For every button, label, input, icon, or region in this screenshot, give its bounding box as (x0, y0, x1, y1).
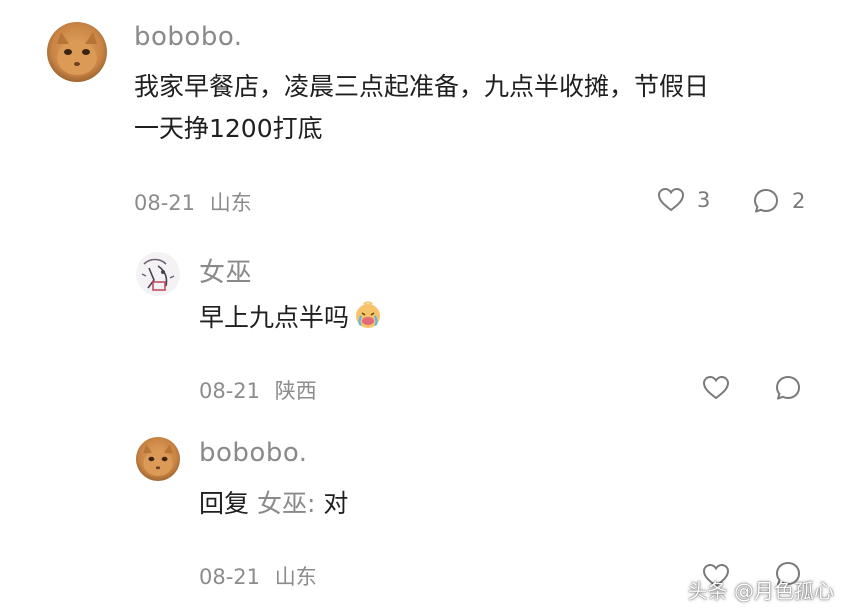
like-button[interactable] (702, 375, 730, 401)
username[interactable]: 女巫 (199, 252, 252, 289)
reply-text-content: 早上九点半吗 (199, 303, 350, 332)
reply-prefix: 回复 (199, 489, 250, 518)
avatar[interactable] (47, 22, 107, 82)
comment-bubble-icon (776, 376, 800, 400)
reply-text: 回复 女巫: 对 (199, 483, 348, 525)
reply-text-content: 对 (323, 489, 349, 518)
reply-date: 08-21 (199, 565, 261, 589)
cat-avatar-icon (136, 437, 180, 481)
reply-item: 女巫 早上九点半吗 08-21 陕西 (0, 230, 852, 420)
username[interactable]: bobobo. (134, 22, 243, 52)
reply-button[interactable] (774, 374, 802, 402)
heart-icon (702, 375, 730, 400)
watermark: 头条 @月色孤心 (687, 579, 834, 603)
username[interactable]: bobobo. (199, 438, 308, 468)
comment-text-line-1: 我家早餐店，凌晨三点起准备，九点半收摊，节假日 (134, 72, 710, 101)
like-count: 3 (697, 188, 711, 212)
reply-text: 早上九点半吗 (199, 297, 383, 343)
comment-bubble-icon (754, 189, 778, 213)
sketch-avatar-icon (136, 252, 180, 296)
reply-count: 2 (792, 189, 806, 213)
like-button[interactable]: 3 (657, 187, 710, 213)
reply-meta: 08-21 山东 (199, 561, 317, 591)
heart-icon (657, 187, 685, 212)
reply-date: 08-21 (199, 379, 261, 403)
reply-location: 山东 (274, 565, 317, 589)
reply-meta: 08-21 陕西 (199, 375, 317, 405)
comment-item: bobobo. 我家早餐店，凌晨三点起准备，九点半收摊，节假日 一天挣1200打… (0, 0, 852, 230)
reply-location: 陕西 (274, 379, 317, 403)
reply-target-user[interactable]: 女巫: (257, 489, 315, 518)
comment-location: 山东 (209, 191, 252, 215)
comment-text: 我家早餐店，凌晨三点起准备，九点半收摊，节假日 一天挣1200打底 (134, 66, 709, 150)
reply-button[interactable]: 2 (752, 187, 805, 215)
comment-text-line-2: 一天挣1200打底 (134, 114, 323, 143)
crying-face-emoji-icon (353, 300, 383, 343)
avatar[interactable] (136, 252, 180, 296)
comment-meta: 08-21 山东 (134, 187, 252, 217)
comment-date: 08-21 (134, 191, 196, 215)
cat-avatar-icon (47, 22, 107, 82)
avatar[interactable] (136, 437, 180, 481)
